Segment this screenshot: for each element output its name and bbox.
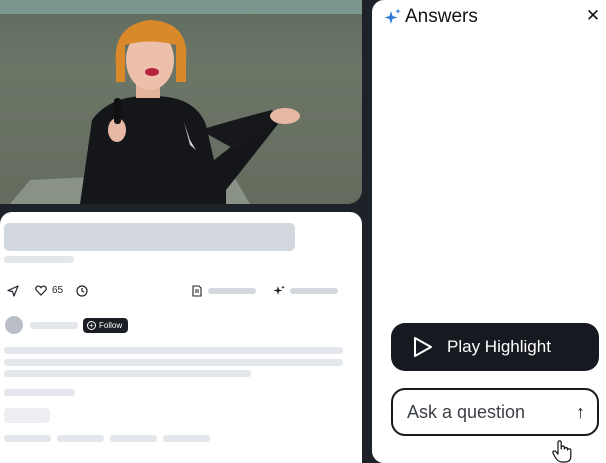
- play-highlight-label: Play Highlight: [447, 337, 551, 356]
- author-name-skeleton: [30, 322, 78, 329]
- post-actions: 65: [0, 282, 362, 302]
- post-card: 65 + Follow: [0, 212, 362, 463]
- text-line: [4, 347, 343, 354]
- video-frame: [0, 0, 362, 204]
- avatar[interactable]: [5, 316, 23, 334]
- hand-pointer-icon: [552, 440, 572, 463]
- like-count: 65: [52, 285, 64, 296]
- sparkle-icon: [273, 285, 285, 295]
- clock-icon: [76, 285, 88, 297]
- history-button[interactable]: [76, 285, 88, 297]
- arrow-up-icon[interactable]: ↑: [576, 402, 585, 423]
- ask-question-box[interactable]: ↑: [391, 388, 599, 436]
- ask-question-input[interactable]: [407, 401, 567, 423]
- video-player[interactable]: [0, 0, 362, 204]
- chip-skeleton: [4, 435, 51, 442]
- answers-panel: Answers ✕ Play Highlight ↑: [372, 0, 606, 463]
- ai-button[interactable]: [273, 285, 338, 297]
- text-line: [4, 359, 343, 366]
- follow-button[interactable]: + Follow: [83, 318, 129, 333]
- text-line: [4, 370, 251, 377]
- ai-label-skeleton: [290, 288, 338, 294]
- plus-circle-icon: +: [87, 321, 96, 330]
- app-root: 65 + Follow Answers ✕ Play Highlight Ask…: [0, 0, 606, 463]
- transcript-button[interactable]: [191, 285, 256, 297]
- share-button[interactable]: [7, 285, 19, 297]
- play-highlight-button[interactable]: Play Highlight: [391, 323, 599, 371]
- send-icon: [7, 285, 19, 297]
- like-button[interactable]: 65: [35, 285, 63, 296]
- close-icon[interactable]: ✕: [584, 7, 602, 25]
- chip-skeleton: [110, 435, 157, 442]
- chip-skeleton: [57, 435, 104, 442]
- title-skeleton: [4, 223, 295, 251]
- panel-title: Answers: [405, 6, 478, 27]
- subtitle-skeleton: [4, 256, 74, 263]
- heart-icon: [35, 285, 47, 296]
- transcript-label-skeleton: [208, 288, 256, 294]
- sparkle-icon: [384, 8, 401, 24]
- document-icon: [192, 285, 202, 297]
- play-icon: [414, 337, 432, 357]
- follow-label: Follow: [99, 321, 123, 330]
- text-line: [4, 389, 75, 396]
- tag-skeleton: [4, 408, 50, 423]
- chip-skeleton: [163, 435, 210, 442]
